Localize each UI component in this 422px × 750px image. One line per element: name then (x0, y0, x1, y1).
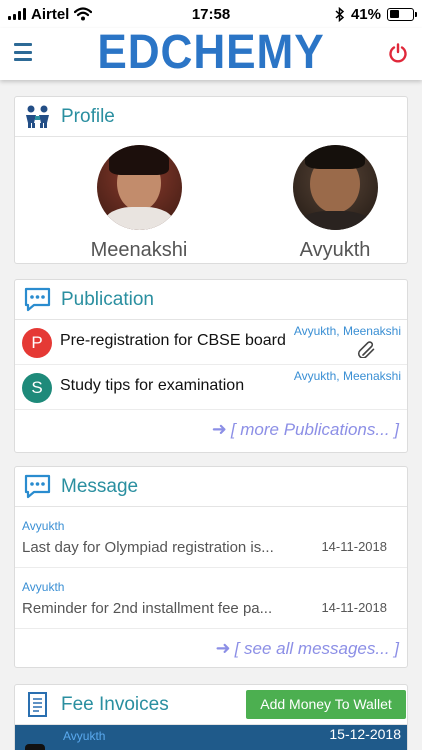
publication-card: Publication P Pre-registration for CBSE … (14, 279, 408, 453)
message-card: Message Avyukth Last day for Olympiad re… (14, 466, 408, 668)
publication-item-title: Pre-registration for CBSE board (60, 332, 286, 349)
publication-audience: Avyukth, Meenakshi (293, 369, 401, 383)
app-header: EDCHEMY (0, 28, 422, 80)
student-name: Meenakshi (90, 239, 188, 261)
app-logo: EDCHEMY (97, 26, 325, 79)
battery-icon (387, 7, 417, 21)
letter-avatar: P (22, 328, 52, 358)
message-date: 14-11-2018 (321, 539, 387, 554)
message-item[interactable]: Avyukth Reminder for 2nd installment fee… (15, 568, 407, 629)
more-publications-link[interactable]: ➜ [ more Publications... ] (15, 410, 407, 449)
arrow-right-icon: ➜ (215, 638, 231, 658)
message-sender: Avyukth (22, 519, 65, 533)
status-bar: Airtel 17:58 41% (0, 0, 422, 28)
power-icon[interactable] (388, 43, 408, 63)
more-publications-label: [ more Publications... ] (230, 419, 399, 439)
avatar (96, 145, 182, 230)
invoice-student: Avyukth (63, 729, 106, 743)
arrow-right-icon: ➜ (211, 419, 227, 439)
message-text: Last day for Olympiad registration is... (22, 539, 274, 556)
message-text: Reminder for 2nd installment fee pa... (22, 600, 273, 617)
message-title: Message (61, 475, 139, 497)
invoice-row-icon (25, 744, 45, 750)
student-name: Avyukth (299, 239, 371, 261)
publication-title: Publication (61, 288, 154, 310)
letter-avatar: S (22, 373, 52, 403)
see-all-messages-link[interactable]: ➜ [ see all messages... ] (15, 629, 407, 667)
profile-header: Profile (15, 97, 407, 137)
message-header: Message (15, 467, 407, 507)
carrier-label: Airtel (31, 5, 70, 23)
publication-item-title: Study tips for examination (60, 377, 245, 394)
paperclip-icon (357, 341, 375, 358)
invoice-row[interactable]: Avyukth 15-12-2018 (15, 725, 407, 750)
chat-icon (24, 474, 51, 499)
fee-title: Fee Invoices (61, 693, 169, 715)
student-profile[interactable]: Avyukth (260, 145, 407, 262)
profile-title: Profile (61, 105, 115, 127)
publication-item[interactable]: S Study tips for examination Avyukth, Me… (15, 365, 407, 410)
see-all-messages-label: [ see all messages... ] (234, 638, 399, 658)
invoice-date: 15-12-2018 (329, 726, 401, 742)
message-item[interactable]: Avyukth Last day for Olympiad registrati… (15, 507, 407, 568)
signal-icon (8, 8, 26, 20)
students-icon (26, 105, 49, 128)
student-profile[interactable]: Meenakshi (64, 145, 214, 262)
battery-percent: 41% (350, 5, 381, 23)
chat-icon (24, 287, 51, 312)
message-sender: Avyukth (22, 580, 65, 594)
publication-item[interactable]: P Pre-registration for CBSE board Avyukt… (15, 320, 407, 365)
invoice-icon (28, 692, 47, 717)
message-date: 14-11-2018 (321, 600, 387, 615)
publication-header: Publication (15, 280, 407, 320)
wifi-icon (74, 7, 93, 21)
publication-audience: Avyukth, Meenakshi (293, 324, 401, 338)
profile-card: Profile Meenakshi Avyukth (14, 96, 408, 264)
bluetooth-icon (335, 6, 345, 22)
avatar (292, 145, 378, 230)
fee-invoices-card: Fee Invoices Add Money To Wallet Avyukth… (14, 684, 408, 750)
add-money-button[interactable]: Add Money To Wallet (246, 690, 406, 719)
